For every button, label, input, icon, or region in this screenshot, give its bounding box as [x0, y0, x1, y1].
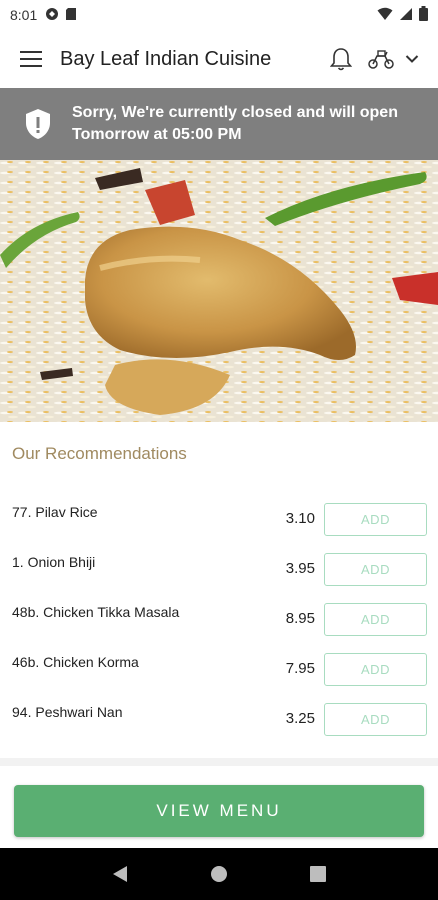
add-button[interactable]: ADD [324, 553, 427, 586]
item-price: 3.95 [285, 560, 315, 577]
add-button[interactable]: ADD [324, 653, 427, 686]
system-nav-bar [0, 848, 438, 900]
item-price: 3.25 [285, 710, 315, 727]
item-price: 8.95 [285, 610, 315, 627]
restaurant-title: Bay Leaf Indian Cuisine [60, 47, 272, 70]
home-icon[interactable] [204, 859, 234, 889]
recommendations-list: 77. Pilav Rice 3.10 ADD 1. Onion Bhiji 3… [0, 494, 438, 744]
add-button[interactable]: ADD [324, 703, 427, 736]
closed-message: Sorry, We're currently closed and will o… [72, 102, 398, 146]
closed-message-line1: Sorry, We're currently closed and will o… [72, 104, 398, 121]
hamburger-menu-icon[interactable] [18, 46, 44, 72]
closed-message-line2: Tomorrow at 05:00 PM [72, 126, 242, 143]
status-time: 8:01 [10, 7, 38, 23]
closed-banner: Sorry, We're currently closed and will o… [0, 88, 438, 160]
list-item: 94. Peshwari Nan 3.25 ADD [0, 694, 438, 744]
bell-icon[interactable] [328, 46, 354, 72]
list-item: 1. Onion Bhiji 3.95 ADD [0, 544, 438, 594]
item-name: 77. Pilav Rice [12, 504, 98, 520]
shield-alert-icon [24, 108, 52, 140]
list-item: 48b. Chicken Tikka Masala 8.95 ADD [0, 594, 438, 644]
section-divider [0, 758, 438, 766]
recommendations-title: Our Recommendations [12, 444, 187, 463]
list-item: 77. Pilav Rice 3.10 ADD [0, 494, 438, 544]
scooter-delivery-icon[interactable] [366, 46, 396, 72]
list-item: 46b. Chicken Korma 7.95 ADD [0, 644, 438, 694]
item-name: 46b. Chicken Korma [12, 654, 139, 670]
add-button[interactable]: ADD [324, 503, 427, 536]
battery-icon [419, 6, 428, 24]
back-icon[interactable] [105, 859, 135, 889]
cellular-signal-icon [399, 7, 413, 24]
view-menu-button[interactable]: VIEW MENU [14, 785, 424, 837]
item-price: 3.10 [285, 510, 315, 527]
item-name: 94. Peshwari Nan [12, 704, 123, 720]
cloud-sync-icon [45, 7, 59, 24]
sd-card-icon [65, 7, 77, 24]
item-name: 48b. Chicken Tikka Masala [12, 604, 180, 620]
item-name: 1. Onion Bhiji [12, 554, 96, 570]
add-button[interactable]: ADD [324, 603, 427, 636]
chevron-down-icon[interactable] [400, 47, 424, 71]
app-bar: Bay Leaf Indian Cuisine [0, 30, 438, 88]
item-price: 7.95 [285, 660, 315, 677]
wifi-icon [377, 7, 393, 24]
hero-food-image [0, 160, 438, 422]
recents-icon[interactable] [303, 859, 333, 889]
status-bar: 8:01 [0, 0, 438, 30]
